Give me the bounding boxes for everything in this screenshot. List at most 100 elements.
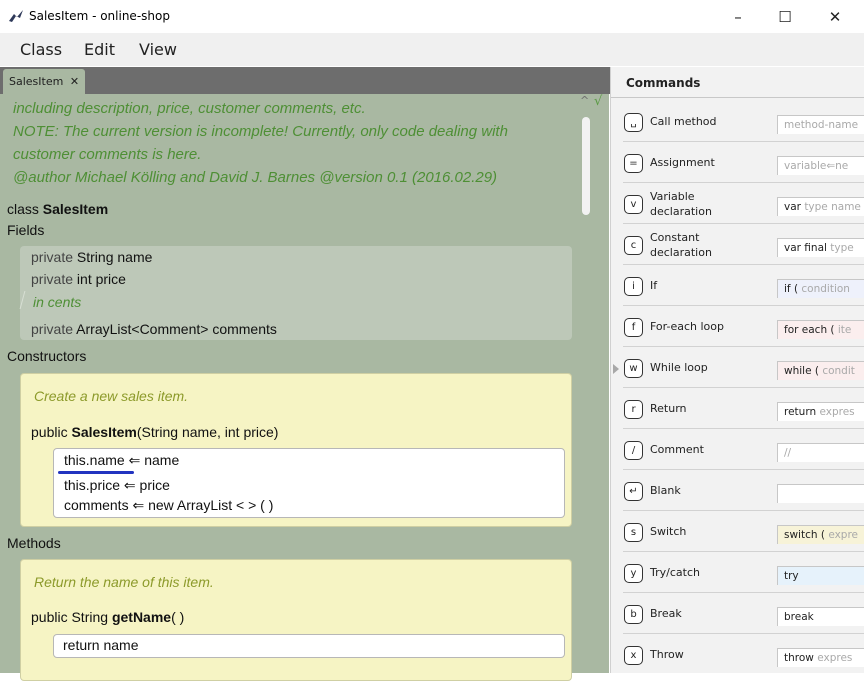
field-modifier: private (31, 271, 74, 287)
ctor-statement-1[interactable]: this.name ⇐ name (64, 452, 179, 469)
command-preview: throw expres (777, 648, 864, 667)
command-preview: return expres (777, 402, 864, 421)
check-icon: √ (594, 94, 603, 109)
field-comments[interactable]: private ArrayList<Comment> comments (31, 321, 277, 337)
command-try-catch[interactable]: y Try/catch try (611, 552, 864, 593)
command-throw[interactable]: x Throw throw expres (611, 634, 864, 673)
command-label: Constant declaration (650, 231, 712, 259)
field-decl: String name (76, 249, 153, 265)
commands-header: Commands (611, 67, 864, 98)
command-assignment[interactable]: = Assignment variable⇐ne (611, 142, 864, 183)
preview-keyword: while ( (784, 365, 819, 377)
menu-class[interactable]: Class (20, 40, 62, 59)
field-price[interactable]: private int price (31, 271, 126, 287)
command-label: Try/catch (650, 566, 700, 579)
preview-keyword: switch ( (784, 529, 825, 541)
command-constant-declaration[interactable]: c Constant declaration var final type (611, 224, 864, 265)
ctor-statement-2[interactable]: this.price ⇐ price (64, 477, 170, 494)
command-variable-declaration[interactable]: v Variable declaration var type name (611, 183, 864, 224)
command-switch[interactable]: s Switch switch ( expre (611, 511, 864, 552)
field-decl: ArrayList<Comment> comments (76, 321, 277, 337)
command-label: Assignment (650, 156, 715, 169)
method-signature[interactable]: public String getName( ) (31, 609, 184, 625)
method-statement[interactable]: return name (63, 637, 138, 653)
preview-placeholder: method-name (784, 119, 859, 131)
shortcut-key-icon: y (624, 564, 643, 583)
commands-title: Commands (626, 76, 701, 90)
command-blank[interactable]: ↵ Blank (611, 470, 864, 511)
preview-keyword: return (784, 406, 817, 418)
class-doc-line-1: including description, price, customer c… (13, 100, 366, 117)
shortcut-key-icon: ↵ (624, 482, 643, 501)
command-preview: variable⇐ne (777, 156, 864, 175)
method-doc: Return the name of this item. (34, 574, 214, 590)
shortcut-key-icon: w (624, 359, 643, 378)
command-preview: while ( condit (777, 361, 864, 380)
command-call-method[interactable]: ␣ Call method method-name (611, 101, 864, 142)
command-preview: var type name (777, 197, 864, 216)
method-return-type: public String (31, 609, 112, 625)
tab-label: SalesItem (9, 75, 64, 88)
command-if[interactable]: i If if ( condition (611, 265, 864, 306)
command-label: Comment (650, 443, 704, 456)
command-label: Call method (650, 115, 717, 128)
shortcut-key-icon: s (624, 523, 643, 542)
command-label: For-each loop (650, 320, 724, 333)
bird-app-icon (9, 10, 23, 22)
field-price-comment: in cents (33, 294, 82, 310)
ctor-params: (String name, int price) (136, 424, 279, 440)
command-preview: if ( condition (777, 279, 864, 298)
preview-keyword: for each ( (784, 324, 835, 336)
expand-arrow-icon (613, 364, 619, 374)
tab-close-icon[interactable]: ✕ (70, 75, 79, 88)
minimize-button[interactable]: – (715, 0, 761, 33)
shortcut-key-icon: x (624, 646, 643, 665)
constructor-signature[interactable]: public SalesItem(String name, int price) (31, 424, 278, 440)
preview-placeholder: ite (837, 324, 852, 336)
preview-keyword: break (784, 611, 814, 623)
field-name[interactable]: private String name (31, 249, 152, 265)
class-header: class SalesItem (7, 201, 108, 217)
preview-placeholder: // (784, 447, 792, 459)
preview-placeholder: expres (817, 652, 853, 664)
command-return[interactable]: r Return return expres (611, 388, 864, 429)
menu-bar: Class Edit View (0, 33, 864, 66)
preview-keyword: if ( (784, 283, 799, 295)
methods-label: Methods (7, 535, 61, 551)
ctor-name: SalesItem (71, 424, 137, 440)
command-preview (777, 484, 864, 503)
shortcut-key-icon: b (624, 605, 643, 624)
command-label: Switch (650, 525, 687, 538)
command-preview: break (777, 607, 864, 626)
command-preview: var final type (777, 238, 864, 257)
command-preview: switch ( expre (777, 525, 864, 544)
fields-label: Fields (7, 222, 45, 238)
close-button[interactable]: ✕ (812, 0, 858, 33)
command-label: Blank (650, 484, 681, 497)
cursor-underline (58, 471, 134, 474)
command-for-each-loop[interactable]: f For-each loop for each ( ite (611, 306, 864, 347)
command-label: Return (650, 402, 687, 415)
tab-salesitem[interactable]: SalesItem ✕ (3, 69, 86, 94)
class-keyword: class (7, 201, 39, 217)
command-preview: method-name (777, 115, 864, 134)
maximize-button[interactable]: ☐ (762, 0, 808, 33)
preview-keyword: var (784, 201, 801, 213)
command-while-loop[interactable]: w While loop while ( condit (611, 347, 864, 388)
menu-view[interactable]: View (139, 40, 177, 59)
editor-scrollbar[interactable] (582, 117, 590, 215)
class-doc-line-4: @author Michael Kölling and David J. Bar… (13, 169, 498, 186)
ctor-statement-3[interactable]: comments ⇐ new ArrayList < > ( ) (64, 497, 273, 514)
method-params: ( ) (171, 609, 185, 625)
preview-placeholder: condit (822, 365, 855, 377)
shortcut-key-icon: v (624, 195, 643, 214)
preview-placeholder: condition (801, 283, 850, 295)
constructors-label: Constructors (7, 348, 87, 364)
command-break[interactable]: b Break break (611, 593, 864, 634)
shortcut-key-icon: i (624, 277, 643, 296)
preview-placeholder: variable⇐ne (784, 160, 849, 172)
class-doc-line-2: NOTE: The current version is incomplete!… (13, 123, 508, 140)
command-comment[interactable]: / Comment // (611, 429, 864, 470)
menu-edit[interactable]: Edit (84, 40, 115, 59)
scroll-up-caret[interactable]: ^ (580, 94, 589, 107)
